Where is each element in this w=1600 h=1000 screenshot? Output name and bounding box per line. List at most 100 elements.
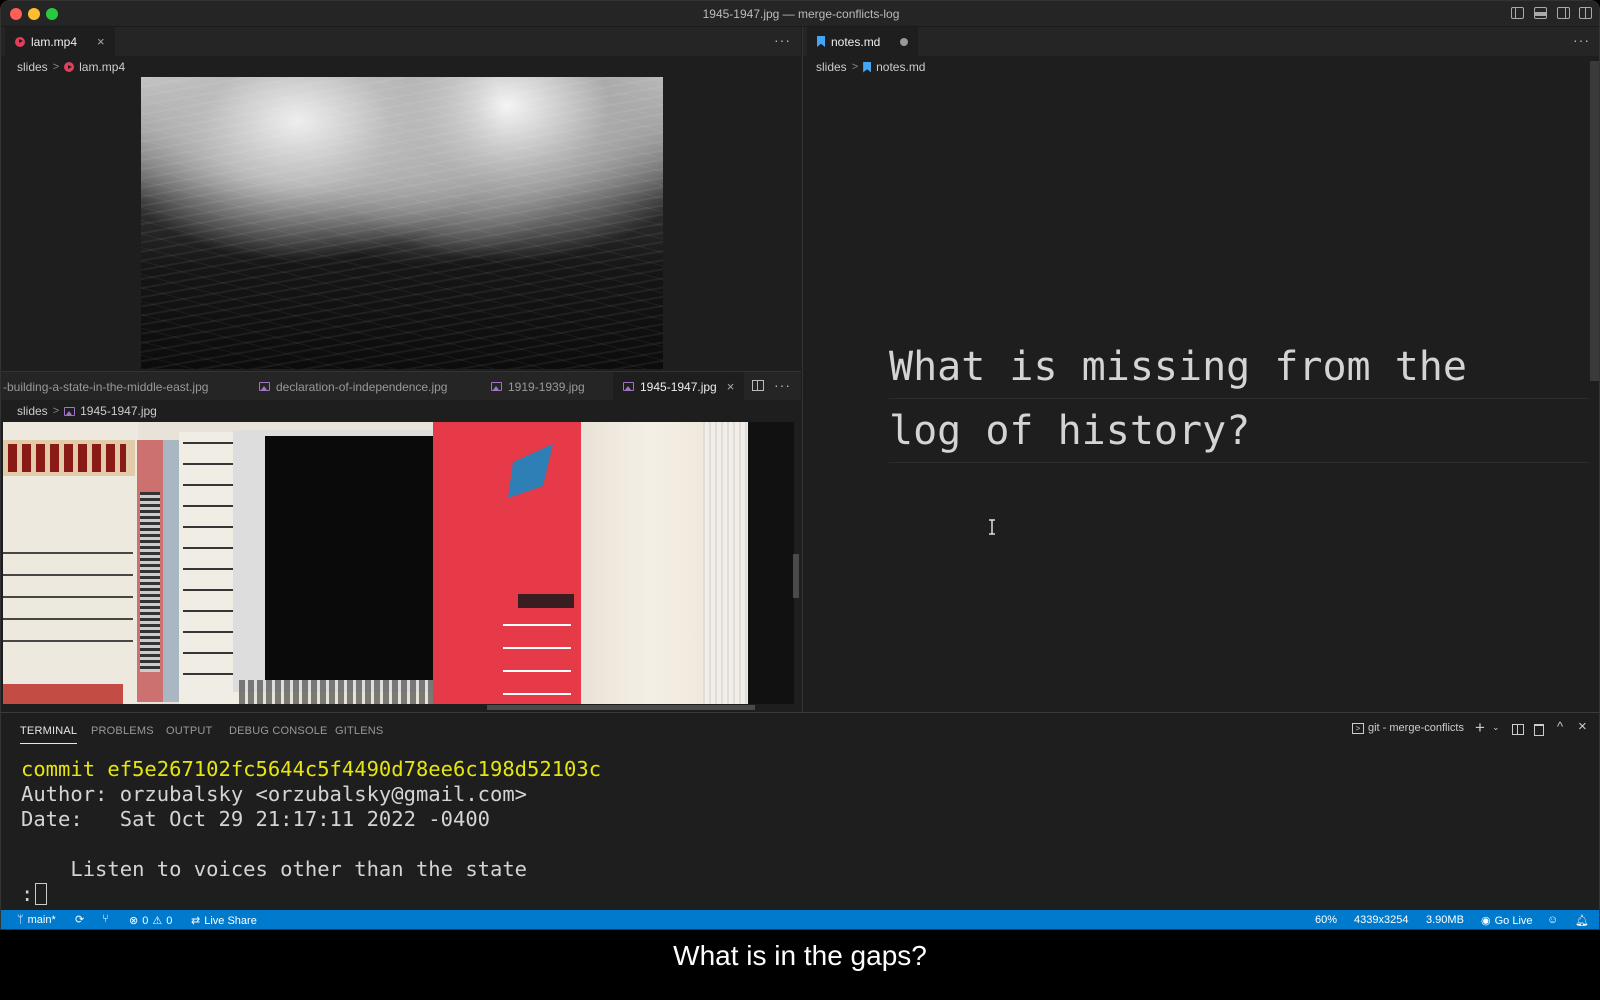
image-filesize: 3.90MB (1426, 914, 1464, 926)
close-panel-icon[interactable]: × (1578, 718, 1587, 735)
text-cursor-icon (989, 519, 995, 535)
editor-group-divider[interactable] (802, 27, 803, 712)
tab-label: -building-a-state-in-the-middle-east.jpg (3, 379, 209, 394)
zoom-level[interactable]: 60% (1315, 914, 1337, 926)
chevron-right-icon: > (52, 405, 60, 417)
notifications-bell-icon[interactable]: 🔔︎ (1575, 914, 1589, 927)
split-editor-icon[interactable] (752, 380, 764, 391)
breadcrumb-folder[interactable]: slides (816, 60, 847, 74)
error-icon: ⊗ (129, 915, 139, 927)
go-live-button[interactable]: ◉ Go Live (1481, 914, 1533, 928)
bottom-left-tab-bar: -building-a-state-in-the-middle-east.jpg… (1, 371, 801, 401)
scrollbar-thumb[interactable] (1590, 61, 1599, 381)
image-file-icon (64, 406, 76, 416)
close-icon[interactable]: × (97, 34, 105, 49)
editor-line[interactable]: What is missing from the (889, 335, 1589, 399)
image-file-icon (259, 382, 270, 391)
tab-problems[interactable]: PROBLEMS (91, 725, 154, 737)
source-control-icon[interactable]: ⑂ (102, 913, 109, 925)
markdown-file-icon (863, 61, 872, 73)
horizontal-scrollbar-thumb[interactable] (487, 705, 755, 710)
chevron-right-icon: > (851, 61, 859, 73)
tab-lam-mp4[interactable]: lam.mp4 × (5, 27, 115, 56)
commit-message-line: Listen to voices other than the state (21, 857, 528, 881)
new-terminal-icon[interactable]: + (1475, 718, 1485, 738)
breadcrumb-folder[interactable]: slides (17, 60, 48, 74)
feedback-icon[interactable]: ☺ (1547, 914, 1558, 926)
git-branch-icon: ᛘ (17, 914, 24, 926)
tab-1945-1947[interactable]: 1945-1947.jpg × (613, 372, 745, 401)
maximize-panel-icon[interactable]: ^ (1557, 719, 1563, 734)
split-terminal-icon[interactable] (1512, 724, 1524, 735)
broadcast-icon: ◉ (1481, 915, 1491, 927)
top-left-tab-bar: lam.mp4 × ··· (1, 27, 801, 56)
problems-indicator[interactable]: ⊗ 0 ⚠ 0 (129, 914, 173, 928)
markdown-editor-text[interactable]: What is missing from the log of history? (889, 335, 1589, 463)
image-preview[interactable] (3, 422, 748, 704)
toggle-primary-sidebar-icon[interactable] (1511, 7, 1524, 19)
window-title: 1945-1947.jpg — merge-conflicts-log (702, 7, 900, 21)
tab-label: 1945-1947.jpg (640, 379, 717, 394)
breadcrumb-file[interactable]: lam.mp4 (79, 60, 125, 74)
editor-window: 1945-1947.jpg — merge-conflicts-log lam.… (0, 0, 1600, 930)
chevron-right-icon: > (52, 61, 60, 73)
branch-name: main* (27, 914, 56, 926)
breadcrumb-folder[interactable]: slides (17, 404, 48, 418)
sync-icon[interactable]: ⟳ (75, 913, 84, 926)
live-share-label: Live Share (204, 914, 257, 927)
trash-icon[interactable] (1534, 724, 1544, 736)
tab-label: 1919-1939.jpg (508, 379, 585, 394)
tab-terminal[interactable]: TERMINAL (20, 725, 78, 744)
chevron-down-icon[interactable]: ⌄ (1492, 722, 1500, 733)
toggle-panel-icon[interactable] (1534, 7, 1547, 19)
date-line: Date: Sat Oct 29 21:17:11 2022 -0400 (21, 807, 490, 831)
editor-line[interactable]: log of history? (889, 399, 1589, 463)
go-live-label: Go Live (1494, 914, 1533, 927)
tab-label: declaration-of-independence.jpg (276, 379, 448, 394)
right-tab-bar: notes.md ··· (803, 27, 1599, 56)
breadcrumb: slides > notes.md (816, 58, 925, 76)
more-actions-icon[interactable]: ··· (1573, 32, 1590, 48)
terminal-output[interactable]: commit ef5e267102fc5644c5f4490d78ee6c198… (21, 757, 601, 907)
tab-building-a-state[interactable]: -building-a-state-in-the-middle-east.jpg (1, 372, 218, 401)
breadcrumb-file[interactable]: notes.md (876, 60, 925, 74)
error-count: 0 (142, 914, 149, 927)
close-icon[interactable]: × (727, 379, 735, 394)
live-share-icon: ⇄ (191, 915, 201, 927)
status-bar: ᛘ main* ⟳ ⑂ ⊗ 0 ⚠ 0 ⇄ Live Share 60% 433… (1, 910, 1599, 929)
image-file-icon (623, 382, 634, 391)
pager-prompt: : (21, 882, 34, 906)
scrollbar-thumb[interactable] (793, 554, 799, 598)
tab-1919-1939[interactable]: 1919-1939.jpg (481, 372, 595, 401)
tab-label: lam.mp4 (31, 34, 78, 49)
video-file-icon (64, 62, 75, 72)
breadcrumb: slides > lam.mp4 (17, 58, 125, 76)
tab-output[interactable]: OUTPUT (166, 725, 212, 737)
title-bar: 1945-1947.jpg — merge-conflicts-log (1, 1, 1599, 27)
image-dimensions: 4339x3254 (1354, 914, 1409, 926)
branch-indicator[interactable]: ᛘ main* (17, 914, 56, 926)
video-preview[interactable] (141, 77, 663, 369)
author-line: Author: orzubalsky <orzubalsky@gmail.com… (21, 782, 528, 806)
commit-line: commit ef5e267102fc5644c5f4490d78ee6c198… (21, 757, 602, 781)
more-actions-icon[interactable]: ··· (774, 32, 791, 48)
terminal-selector[interactable]: > git - merge-conflicts (1352, 722, 1464, 734)
tab-label: notes.md (831, 34, 881, 49)
unsaved-changes-icon[interactable] (900, 37, 909, 46)
terminal-cursor (35, 883, 48, 905)
live-share-button[interactable]: ⇄ Live Share (191, 914, 257, 928)
more-actions-icon[interactable]: ··· (774, 377, 791, 393)
tab-notes-md[interactable]: notes.md (807, 27, 919, 56)
warning-icon: ⚠ (152, 915, 163, 927)
tab-debug-console[interactable]: DEBUG CONSOLE (229, 725, 328, 737)
tab-declaration-of-independence[interactable]: declaration-of-independence.jpg (249, 372, 457, 401)
terminal-name: git - merge-conflicts (1368, 722, 1464, 734)
breadcrumb-file[interactable]: 1945-1947.jpg (80, 404, 157, 418)
bottom-panel: TERMINAL PROBLEMS OUTPUT DEBUG CONSOLE G… (1, 712, 1599, 910)
tab-gitlens[interactable]: GITLENS (335, 725, 383, 737)
warning-count: 0 (166, 914, 173, 927)
image-preview-backdrop (748, 422, 794, 704)
toggle-secondary-sidebar-icon[interactable] (1557, 7, 1570, 19)
image-file-icon (491, 382, 502, 391)
customize-layout-icon[interactable] (1579, 7, 1592, 19)
